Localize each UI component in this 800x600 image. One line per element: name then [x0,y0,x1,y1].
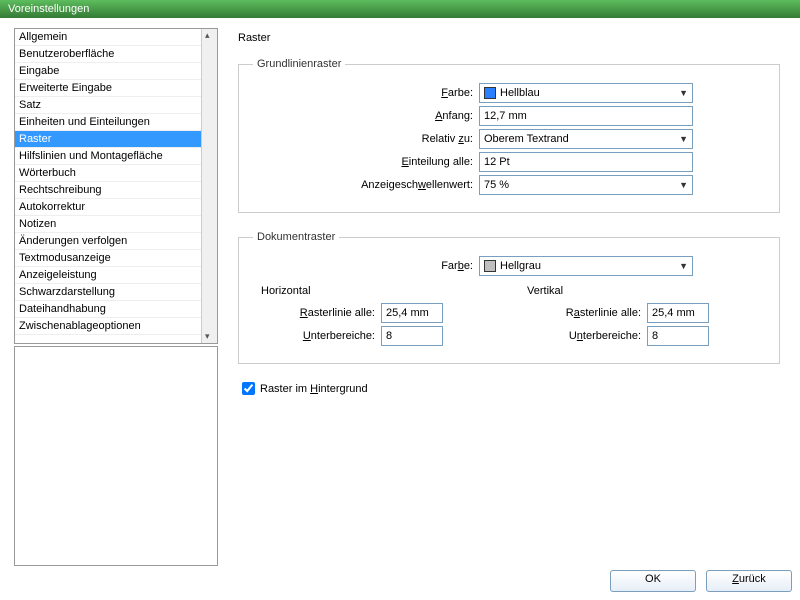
sidebar-item-2[interactable]: Eingabe [15,63,201,80]
v-subdiv-label: Unterbereiche: [519,330,641,342]
baseline-color-dropdown[interactable]: Hellblau ▼ [479,83,693,103]
relative-label: Relativ zu: [253,133,473,145]
back-button[interactable]: Zurück [706,570,792,592]
start-input[interactable] [479,106,693,126]
window-titlebar: Voreinstellungen [0,0,800,18]
document-color-dropdown[interactable]: Hellgrau ▼ [479,256,693,276]
sidebar-item-17[interactable]: Zwischenablageoptionen [15,318,201,335]
sidebar-item-16[interactable]: Dateihandhabung [15,301,201,318]
sidebar-item-14[interactable]: Anzeigeleistung [15,267,201,284]
chevron-down-icon: ▼ [679,88,688,98]
h-gridline-input[interactable] [381,303,443,323]
document-legend: Dokumentraster [253,231,339,243]
ok-button[interactable]: OK [610,570,696,592]
grids-in-back-checkbox[interactable] [242,382,255,395]
increment-input[interactable] [479,152,693,172]
sidebar-item-5[interactable]: Einheiten und Einteilungen [15,114,201,131]
v-gridline-input[interactable] [647,303,709,323]
relative-dropdown[interactable]: Oberem Textrand ▼ [479,129,693,149]
document-grid-group: Dokumentraster Farbe: Hellgrau ▼ Horizon… [238,231,780,364]
window-title: Voreinstellungen [8,3,89,15]
chevron-down-icon: ▼ [679,134,688,144]
baseline-legend: Grundlinienraster [253,58,345,70]
chevron-down-icon: ▼ [679,261,688,271]
sidebar-item-8[interactable]: Wörterbuch [15,165,201,182]
page-title: Raster [238,32,786,44]
horizontal-group: Horizontal Rasterlinie alle: Unterbereic… [253,279,499,349]
relative-value: Oberem Textrand [484,133,569,145]
sidebar-item-1[interactable]: Benutzeroberfläche [15,46,201,63]
sidebar-item-6[interactable]: Raster [15,131,201,148]
threshold-value: 75 % [484,179,509,191]
chevron-down-icon: ▼ [679,180,688,190]
color-swatch-icon [484,87,496,99]
sidebar-item-15[interactable]: Schwarzdarstellung [15,284,201,301]
sidebar: AllgemeinBenutzeroberflächeEingabeErweit… [14,28,218,566]
document-color-value: Hellgrau [500,260,541,272]
category-list[interactable]: AllgemeinBenutzeroberflächeEingabeErweit… [14,28,218,344]
grids-in-back-row[interactable]: Raster im Hintergrund [242,382,786,395]
preview-box [14,346,218,566]
main-panel: Raster Grundlinienraster Farbe: Hellblau… [238,28,786,566]
h-subdiv-label: Unterbereiche: [253,330,375,342]
footer: OK Zurück [610,570,792,592]
start-label: Anfang: [253,110,473,122]
sidebar-item-13[interactable]: Textmodusanzeige [15,250,201,267]
scrollbar[interactable] [201,29,217,343]
sidebar-item-7[interactable]: Hilfslinien und Montagefläche [15,148,201,165]
h-gridline-label: Rasterlinie alle: [253,307,375,319]
sidebar-item-0[interactable]: Allgemein [15,29,201,46]
grids-in-back-label: Raster im Hintergrund [260,383,368,395]
sidebar-item-4[interactable]: Satz [15,97,201,114]
increment-label: Einteilung alle: [253,156,473,168]
color-label: Farbe: [253,87,473,99]
h-subdiv-input[interactable] [381,326,443,346]
baseline-color-value: Hellblau [500,87,540,99]
sidebar-item-12[interactable]: Änderungen verfolgen [15,233,201,250]
sidebar-item-9[interactable]: Rechtschreibung [15,182,201,199]
vertical-group: Vertikal Rasterlinie alle: Unterbereiche… [519,279,765,349]
threshold-label: Anzeigeschwellenwert: [253,179,473,191]
sidebar-item-11[interactable]: Notizen [15,216,201,233]
sidebar-item-3[interactable]: Erweiterte Eingabe [15,80,201,97]
doc-color-label: Farbe: [253,260,473,272]
v-subdiv-input[interactable] [647,326,709,346]
sidebar-item-10[interactable]: Autokorrektur [15,199,201,216]
horizontal-title: Horizontal [261,285,499,297]
color-swatch-icon [484,260,496,272]
threshold-dropdown[interactable]: 75 % ▼ [479,175,693,195]
baseline-grid-group: Grundlinienraster Farbe: Hellblau ▼ Anfa… [238,58,780,213]
vertical-title: Vertikal [527,285,765,297]
v-gridline-label: Rasterlinie alle: [519,307,641,319]
